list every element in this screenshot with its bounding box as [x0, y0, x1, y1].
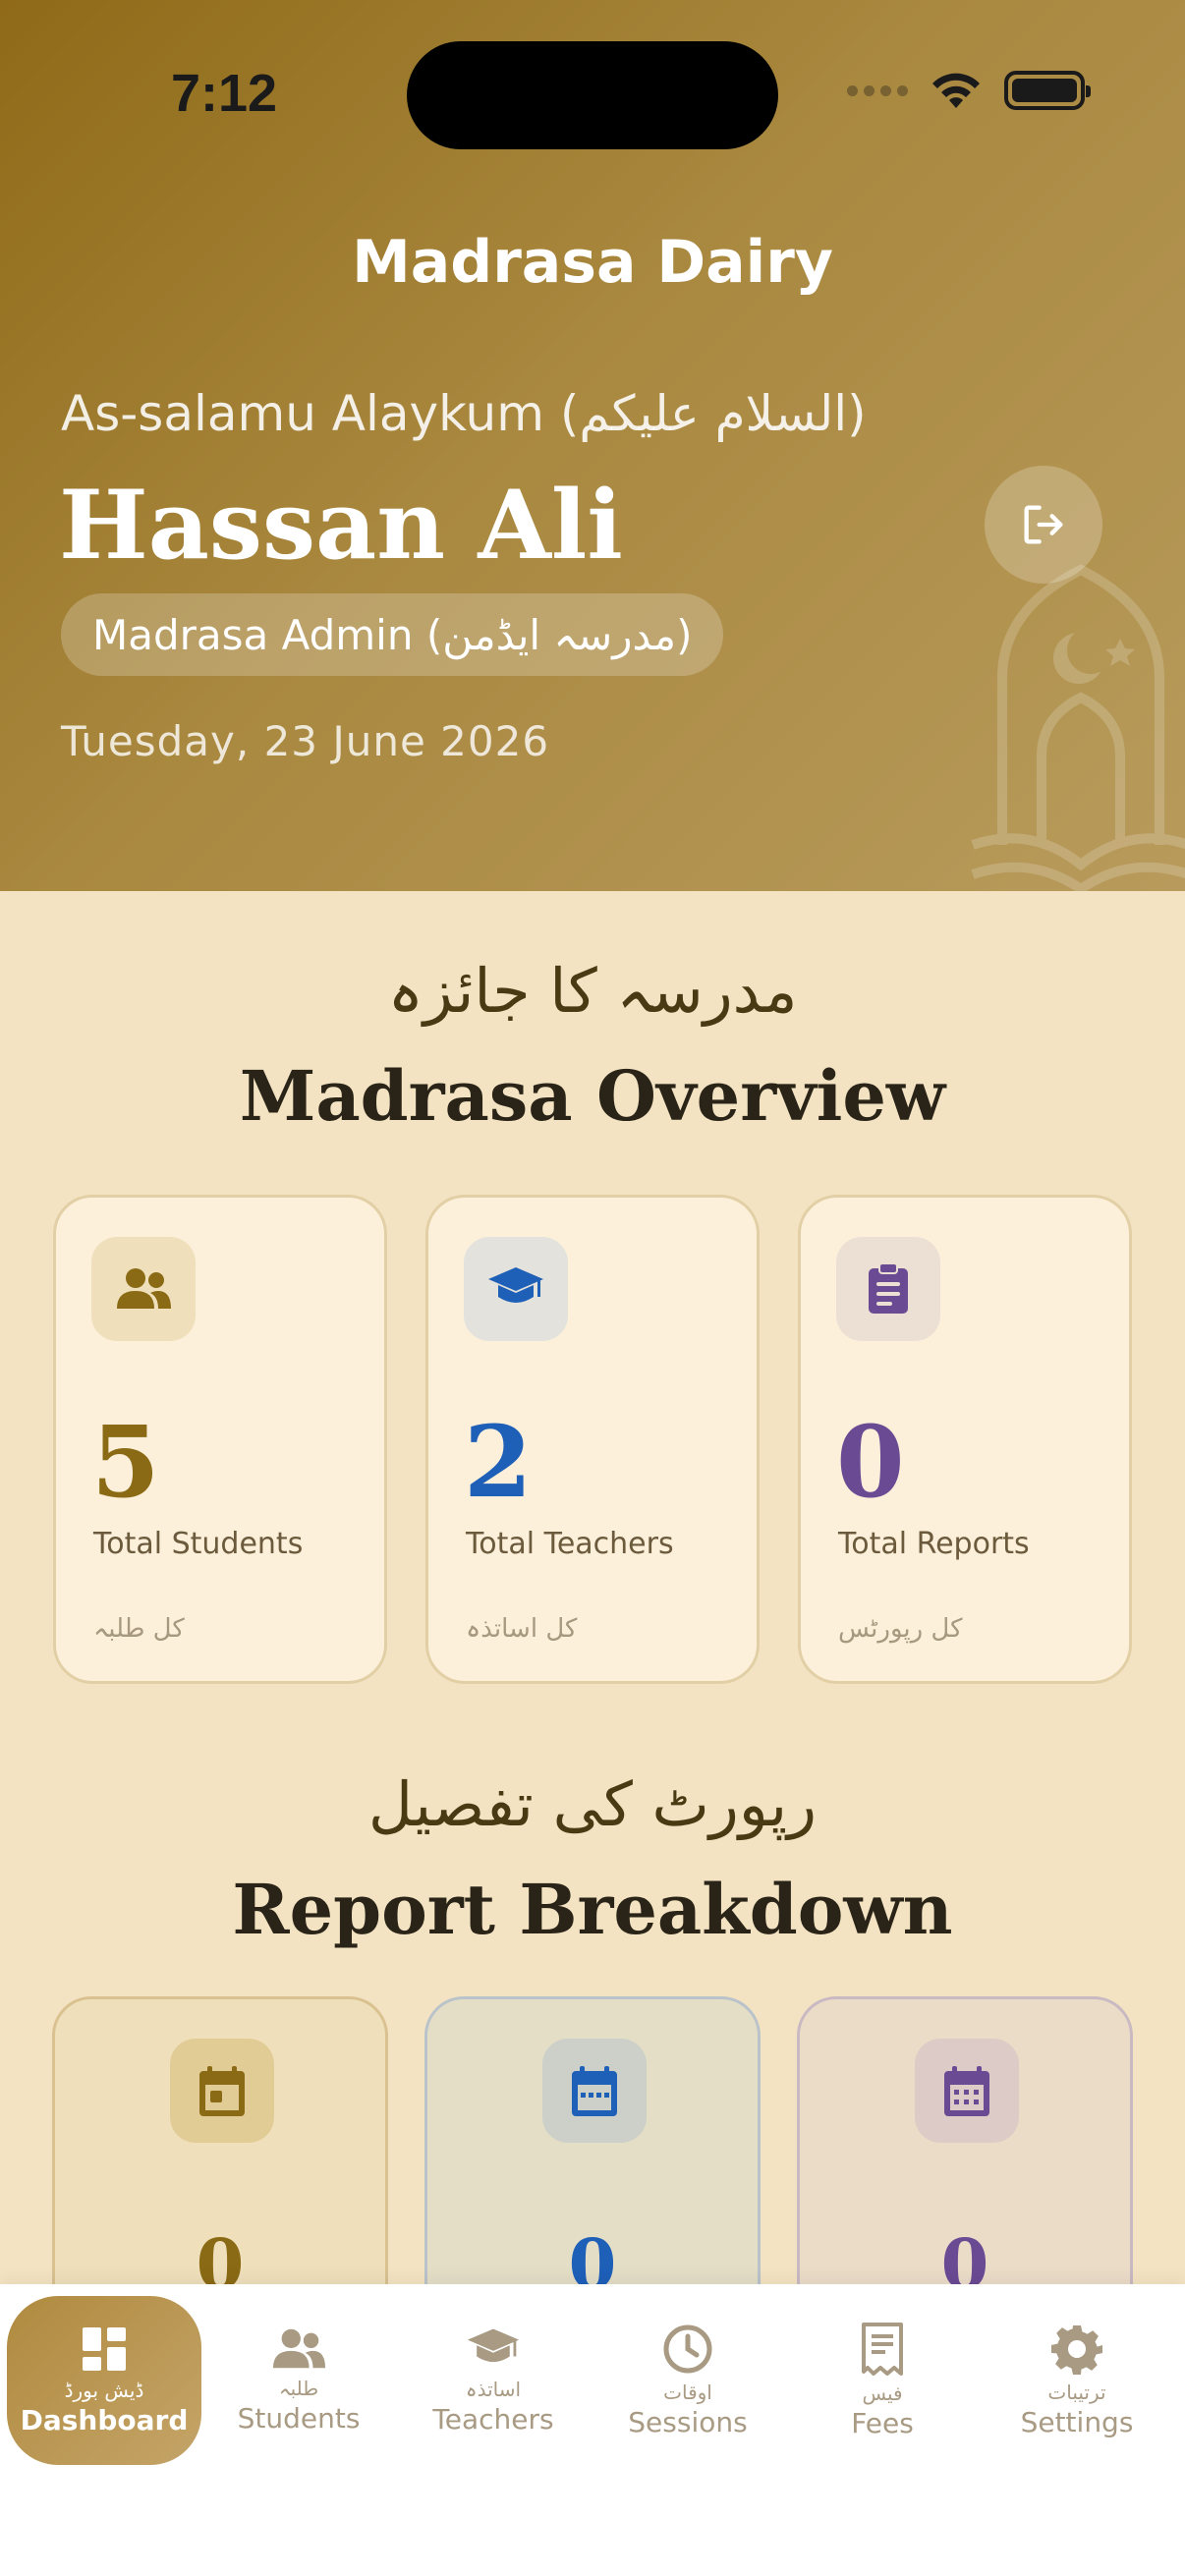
- nav-label: Fees: [851, 2406, 914, 2439]
- dashboard-icon: [83, 2326, 126, 2371]
- receipt-icon: [862, 2322, 903, 2376]
- header: 7:12 Madrasa Dairy As-salamu Alaykum (ال…: [0, 0, 1185, 891]
- nav-item-fees[interactable]: فیس Fees: [785, 2296, 980, 2465]
- stat-icon-box: [836, 1237, 940, 1341]
- calendar-week-icon: [572, 2066, 617, 2116]
- stat-card-reports[interactable]: 0 Total Reports کل رپورٹس: [798, 1195, 1132, 1684]
- nav-label: Sessions: [628, 2405, 748, 2438]
- nav-item-students[interactable]: طلبہ Students: [201, 2296, 396, 2465]
- stat-icon-box: [91, 1237, 196, 1341]
- mosque-decoration-icon: [971, 564, 1185, 891]
- battery-icon: [1004, 71, 1091, 110]
- nav-label: Teachers: [432, 2402, 554, 2436]
- user-name: Hassan Ali: [59, 470, 623, 581]
- nav-item-sessions[interactable]: اوقات Sessions: [591, 2296, 785, 2465]
- nav-label-urdu: اساتذہ: [465, 2377, 522, 2401]
- status-time: 7:12: [171, 64, 278, 123]
- stat-value: 2: [464, 1404, 533, 1520]
- nav-item-settings[interactable]: ترتیبات Settings: [980, 2296, 1174, 2465]
- stat-label-urdu: کل اساتذہ: [466, 1614, 578, 1644]
- nav-label-urdu: ڈیش بورڈ: [64, 2378, 144, 2402]
- nav-label-urdu: اوقات: [663, 2380, 712, 2404]
- stat-card-students[interactable]: 5 Total Students کل طلبہ: [53, 1195, 387, 1684]
- stat-label: Total Reports: [838, 1527, 1030, 1561]
- stat-label: Total Students: [93, 1527, 304, 1561]
- nav-label: Students: [237, 2401, 361, 2435]
- greeting: As-salamu Alaykum (السلام علیکم): [61, 385, 867, 442]
- gear-icon: [1051, 2324, 1102, 2375]
- stat-card-teachers[interactable]: 2 Total Teachers کل اساتذہ: [425, 1195, 760, 1684]
- bottom-navigation: ڈیش بورڈ Dashboard طلبہ Students اساتذہ …: [0, 2284, 1185, 2576]
- calendar-month-icon: [944, 2066, 989, 2116]
- users-icon: [272, 2328, 326, 2368]
- wifi-icon: [932, 73, 980, 108]
- nav-item-dashboard[interactable]: ڈیش بورڈ Dashboard: [7, 2296, 201, 2465]
- nav-label-urdu: ترتیبات: [1047, 2380, 1106, 2404]
- current-date: Tuesday, 23 June 2026: [61, 717, 550, 765]
- stat-icon-box: [464, 1237, 568, 1341]
- report-icon-box: [170, 2039, 274, 2143]
- graduation-cap-icon: [488, 1267, 543, 1303]
- graduation-cap-icon: [467, 2327, 520, 2362]
- stat-value: 5: [91, 1404, 160, 1520]
- stat-label-urdu: کل رپورٹس: [838, 1614, 963, 1644]
- signal-icon: [847, 84, 908, 96]
- overview-title-urdu: مدرسہ کا جائزہ: [387, 955, 798, 1027]
- stat-label: Total Teachers: [466, 1527, 674, 1561]
- stat-value: 0: [836, 1404, 905, 1520]
- users-icon: [117, 1268, 171, 1309]
- report-icon-box: [915, 2039, 1019, 2143]
- role-badge: Madrasa Admin (مدرسہ ایڈمن): [61, 593, 724, 676]
- overview-title: Madrasa Overview: [239, 1055, 946, 1137]
- app-title: Madrasa Dairy: [352, 228, 833, 297]
- clipboard-icon: [869, 1262, 908, 1314]
- nav-item-teachers[interactable]: اساتذہ Teachers: [396, 2296, 591, 2465]
- nav-label: Settings: [1020, 2405, 1134, 2438]
- nav-label: Dashboard: [20, 2403, 189, 2436]
- calendar-day-icon: [199, 2066, 245, 2116]
- dynamic-island: [407, 41, 778, 149]
- logout-icon: [1024, 505, 1063, 544]
- nav-label-urdu: طلبہ: [278, 2376, 319, 2400]
- status-icons: [847, 71, 1091, 110]
- clock-icon: [663, 2324, 712, 2373]
- nav-label-urdu: فیس: [862, 2380, 903, 2405]
- stat-label-urdu: کل طلبہ: [93, 1614, 185, 1644]
- breakdown-title: Report Breakdown: [232, 1869, 953, 1950]
- breakdown-title-urdu: رپورٹ کی تفصیل: [367, 1768, 818, 1840]
- report-icon-box: [542, 2039, 647, 2143]
